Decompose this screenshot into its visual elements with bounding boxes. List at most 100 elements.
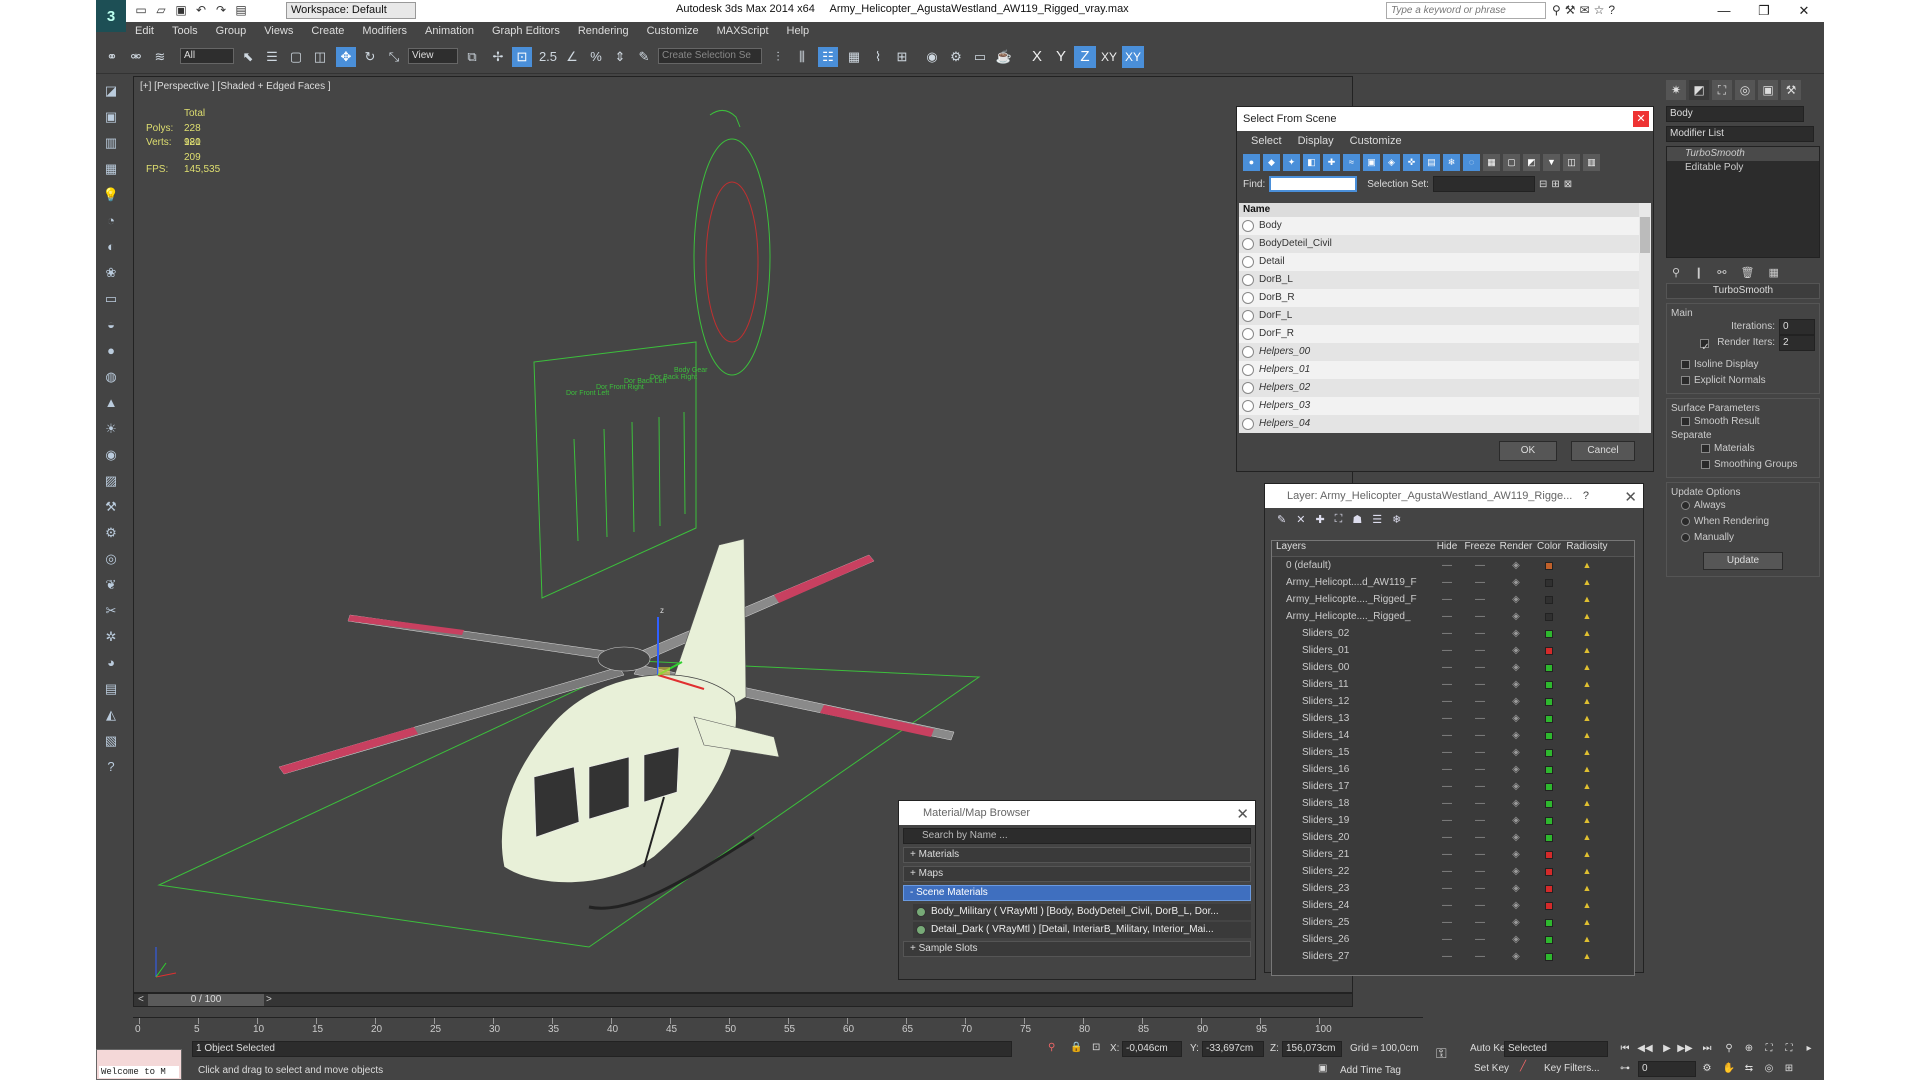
binoculars-icon[interactable]: ⚲ xyxy=(1552,3,1561,17)
tool-icon[interactable]: ⚒ xyxy=(100,496,122,518)
color-swatch[interactable] xyxy=(1545,646,1553,655)
layer-name[interactable]: Sliders_00 xyxy=(1272,659,1432,676)
render-toggle-icon[interactable]: ◈ xyxy=(1498,914,1534,931)
radiosity-icon[interactable]: ▲ xyxy=(1564,727,1610,744)
freeze-toggle[interactable]: — xyxy=(1462,710,1498,727)
radiosity-icon[interactable]: ▲ xyxy=(1564,931,1610,948)
layer-color-swatch[interactable] xyxy=(1534,795,1564,812)
radiosity-icon[interactable]: ▲ xyxy=(1564,693,1610,710)
layer-name[interactable]: Sliders_11 xyxy=(1272,676,1432,693)
remove-modifier-icon[interactable]: 🗑 xyxy=(1741,266,1755,279)
hidden-filter-icon[interactable]: ◌ xyxy=(1463,154,1480,171)
render-production-icon[interactable]: ☕ xyxy=(994,47,1014,67)
list-item[interactable]: DorF_L xyxy=(1239,307,1639,325)
radiosity-icon[interactable]: ▲ xyxy=(1564,591,1610,608)
freeze-toggle[interactable]: — xyxy=(1462,829,1498,846)
camera-icon[interactable]: ◔ xyxy=(100,210,122,232)
layer-name[interactable]: Sliders_18 xyxy=(1272,795,1432,812)
table-row[interactable]: Sliders_14— — ◈ ▲ xyxy=(1272,727,1634,744)
render-icon[interactable]: ▣ xyxy=(100,106,122,128)
find-input[interactable] xyxy=(1269,176,1358,192)
radiosity-icon[interactable]: ▲ xyxy=(1564,778,1610,795)
render-toggle-icon[interactable]: ◈ xyxy=(1498,812,1534,829)
color-swatch[interactable] xyxy=(1545,714,1553,723)
radiosity-icon[interactable]: ▲ xyxy=(1564,557,1610,574)
freeze-toggle[interactable]: — xyxy=(1462,591,1498,608)
color-swatch[interactable] xyxy=(1545,748,1553,757)
hide-toggle[interactable]: — xyxy=(1432,574,1462,591)
mirror-icon[interactable]: ⫶ xyxy=(768,47,788,67)
time-config-icon[interactable]: ⚙ xyxy=(1698,1061,1716,1077)
render-iters-spinner[interactable]: 2 xyxy=(1779,335,1815,351)
layer-name[interactable]: Sliders_27 xyxy=(1272,948,1432,965)
table-row[interactable]: Sliders_15— — ◈ ▲ xyxy=(1272,744,1634,761)
xref-filter-icon[interactable]: ◈ xyxy=(1383,154,1400,171)
col-layers[interactable]: Layers xyxy=(1272,541,1432,556)
layer-explorer-icon[interactable]: ☷ xyxy=(818,47,838,67)
current-frame-field[interactable]: 0 xyxy=(1638,1061,1696,1077)
layer-color-swatch[interactable] xyxy=(1534,727,1564,744)
angle-snap-icon[interactable]: ∠ xyxy=(562,47,582,67)
material-editor-icon[interactable]: ◉ xyxy=(922,47,942,67)
radiosity-icon[interactable]: ▲ xyxy=(1564,914,1610,931)
motion-tab-icon[interactable]: ◎ xyxy=(1735,80,1755,100)
select-object-icon[interactable]: ⬉ xyxy=(238,47,258,67)
hide-toggle[interactable]: — xyxy=(1432,897,1462,914)
layer-color-swatch[interactable] xyxy=(1534,812,1564,829)
plant-icon[interactable]: ❦ xyxy=(100,574,122,596)
render-toggle-icon[interactable]: ◈ xyxy=(1498,574,1534,591)
layer-name[interactable]: Army_Helicopte...._Rigged_ xyxy=(1272,608,1432,625)
menu-tools[interactable]: Tools xyxy=(163,22,207,40)
materials-checkbox[interactable] xyxy=(1701,443,1710,453)
axis-x-button[interactable]: X xyxy=(1026,46,1048,68)
radiosity-icon[interactable]: ▲ xyxy=(1564,897,1610,914)
render-toggle-icon[interactable]: ◈ xyxy=(1498,727,1534,744)
color-swatch[interactable] xyxy=(1545,901,1553,910)
menu-views[interactable]: Views xyxy=(255,22,302,40)
layer-name[interactable]: 0 (default) xyxy=(1272,557,1432,574)
modify-tab-icon[interactable]: ◩ xyxy=(1689,80,1709,100)
color-swatch[interactable] xyxy=(1545,731,1553,740)
particle-icon[interactable]: ❀ xyxy=(100,262,122,284)
modifier-list-dropdown[interactable]: Modifier List xyxy=(1666,126,1814,142)
modifier-editable-poly[interactable]: Editable Poly xyxy=(1667,161,1819,175)
freeze-toggle[interactable]: — xyxy=(1462,880,1498,897)
select-manipulate-icon[interactable]: ✢ xyxy=(488,47,508,67)
layer-name[interactable]: Sliders_23 xyxy=(1272,880,1432,897)
render-toggle-icon[interactable]: ◈ xyxy=(1498,829,1534,846)
iterations-spinner[interactable]: 0 xyxy=(1779,319,1815,335)
key-mode-dropdown[interactable]: Selected xyxy=(1504,1041,1608,1057)
table-row[interactable]: Sliders_01— — ◈ ▲ xyxy=(1272,642,1634,659)
list-item[interactable]: DorF_R xyxy=(1239,325,1639,343)
maximize-viewport-icon[interactable]: ⊞ xyxy=(1780,1061,1798,1077)
radiosity-icon[interactable]: ▲ xyxy=(1564,642,1610,659)
y-coordinate-field[interactable]: -33,697cm xyxy=(1202,1041,1264,1057)
material-section-header[interactable]: - Scene Materials xyxy=(903,885,1251,901)
cloth-icon[interactable]: ◭ xyxy=(100,704,122,726)
explicit-normals-checkbox[interactable] xyxy=(1681,375,1690,385)
color-swatch[interactable] xyxy=(1545,561,1553,570)
hide-toggle[interactable]: — xyxy=(1432,812,1462,829)
zoom-icon[interactable]: ⚲ xyxy=(1720,1041,1738,1057)
selection-lock-icon[interactable]: 🔒 xyxy=(1070,1042,1082,1053)
sun-icon[interactable]: ☀ xyxy=(100,418,122,440)
modifier-turbosmooth[interactable]: TurboSmooth xyxy=(1667,147,1819,161)
table-row[interactable]: Sliders_24— — ◈ ▲ xyxy=(1272,897,1634,914)
layer-color-swatch[interactable] xyxy=(1534,659,1564,676)
app-logo-icon[interactable]: 3 xyxy=(96,0,126,32)
color-swatch[interactable] xyxy=(1545,833,1553,842)
radiosity-icon[interactable]: ▲ xyxy=(1564,948,1610,965)
render-toggle-icon[interactable]: ◈ xyxy=(1498,880,1534,897)
render-toggle-icon[interactable]: ◈ xyxy=(1498,846,1534,863)
next-frame-icon[interactable]: > xyxy=(266,994,272,1005)
always-radio[interactable] xyxy=(1681,500,1690,510)
close-icon[interactable]: ✕ xyxy=(1784,0,1824,22)
time-slider-thumb[interactable]: 0 / 100 xyxy=(148,994,264,1006)
table-row[interactable]: Sliders_18— — ◈ ▲ xyxy=(1272,795,1634,812)
select-all-icon[interactable]: ▼ xyxy=(1543,154,1560,171)
create-geometry-icon[interactable]: ◪ xyxy=(100,80,122,102)
layer-name[interactable]: Sliders_21 xyxy=(1272,846,1432,863)
reference-coordinate-dropdown[interactable]: View xyxy=(408,48,458,64)
layer-color-swatch[interactable] xyxy=(1534,744,1564,761)
curve-editor-icon[interactable]: ⌇ xyxy=(868,47,888,67)
